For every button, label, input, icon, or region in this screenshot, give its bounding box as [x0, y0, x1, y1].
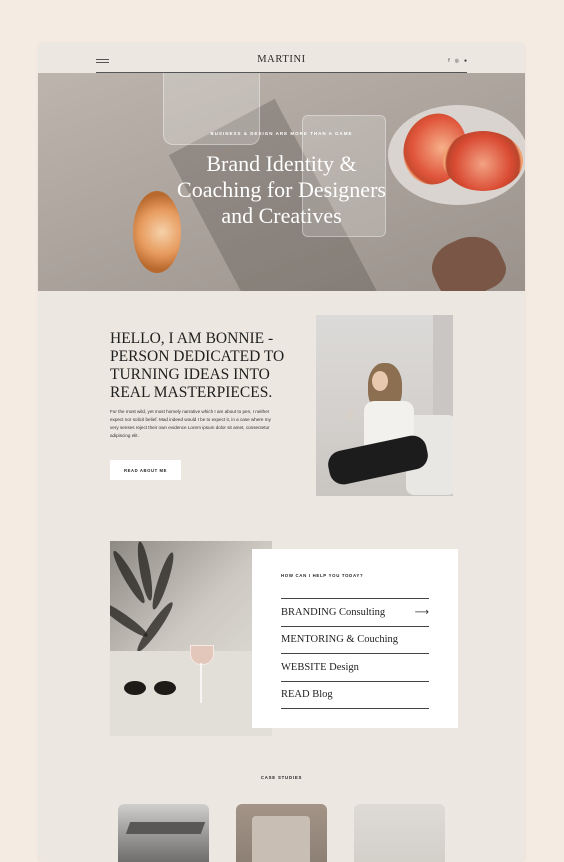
- instagram-icon[interactable]: ◎: [455, 58, 459, 64]
- services-list: BRANDING Consulting ⟶ MENTORING & Couchi…: [281, 598, 429, 709]
- service-label: MENTORING & Couching: [281, 634, 399, 646]
- service-label: BRANDING Consulting: [281, 606, 386, 618]
- website-preview-card: MARTINI f ◎ ● BUSINESS & DESIGN ARE MORE…: [38, 42, 525, 862]
- service-label: WEBSITE Design: [281, 661, 359, 673]
- hero-title-line: and Creatives: [221, 203, 342, 228]
- service-link-blog[interactable]: READ Blog: [281, 680, 429, 709]
- case-study-thumbnail[interactable]: [236, 804, 327, 862]
- services-card: HOW CAN I HELP YOU TODAY? BRANDING Consu…: [252, 549, 458, 728]
- social-links: f ◎ ●: [448, 58, 467, 64]
- hero-title-line: Brand Identity &: [206, 151, 357, 176]
- service-label: READ Blog: [281, 689, 333, 701]
- about-text: For the most wild, yet most homely narra…: [110, 409, 271, 438]
- hero-title-line: Coaching for Designers: [177, 177, 386, 202]
- hero-kicker: BUSINESS & DESIGN ARE MORE THAN A GAME: [210, 131, 353, 136]
- case-study-thumbnail[interactable]: [354, 804, 445, 862]
- bonnie-portrait-image: [316, 315, 453, 496]
- pinterest-icon[interactable]: ●: [464, 58, 467, 64]
- hero-title: Brand Identity & Coaching for Designers …: [38, 151, 525, 229]
- hero-section: BUSINESS & DESIGN ARE MORE THAN A GAME B…: [38, 73, 525, 291]
- case-studies-heading: CASE STUDIES: [260, 775, 303, 780]
- service-link-website[interactable]: WEBSITE Design: [281, 653, 429, 681]
- facebook-icon[interactable]: f: [448, 58, 449, 64]
- case-study-thumbnail[interactable]: [118, 804, 209, 862]
- about-heading: HELLO, I AM BONNIE - PERSON DEDICATED TO…: [110, 330, 285, 401]
- services-heading: HOW CAN I HELP YOU TODAY?: [281, 573, 364, 578]
- read-about-button[interactable]: READ ABOUT ME: [110, 460, 181, 480]
- services-photo: [110, 541, 272, 736]
- service-link-branding[interactable]: BRANDING Consulting ⟶: [281, 598, 429, 626]
- site-header: MARTINI f ◎ ●: [38, 42, 525, 73]
- hero-cork-image: [424, 225, 512, 291]
- service-link-mentoring[interactable]: MENTORING & Couching: [281, 625, 429, 654]
- arrow-right-icon: ⟶: [414, 606, 429, 618]
